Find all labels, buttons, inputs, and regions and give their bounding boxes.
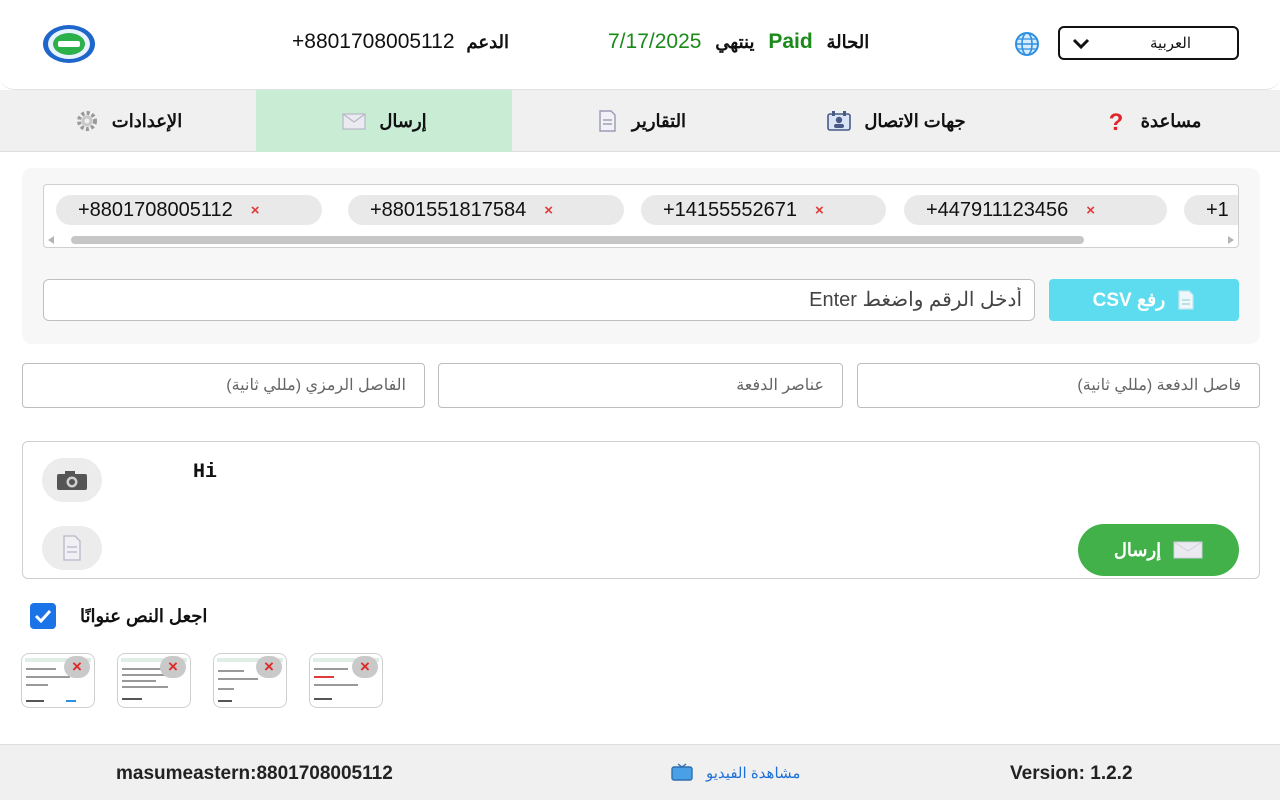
send-button[interactable]: إرسال bbox=[1078, 524, 1239, 576]
tab-contacts[interactable]: جهات الاتصال bbox=[768, 90, 1024, 152]
remove-attachment-button[interactable]: × bbox=[352, 656, 378, 678]
upload-csv-button[interactable]: رفع CSV bbox=[1049, 279, 1239, 321]
expiry-date: 7/17/2025 bbox=[608, 30, 702, 53]
contacts-icon bbox=[827, 111, 852, 131]
support-label: الدعم bbox=[466, 32, 510, 52]
tab-reports-label: التقارير bbox=[631, 110, 687, 131]
tab-send[interactable]: إرسال bbox=[256, 90, 512, 152]
attachment-thumbnail[interactable]: × bbox=[309, 653, 383, 708]
recipient-chip: +1 bbox=[1184, 195, 1238, 225]
symbolic-interval-field[interactable] bbox=[22, 363, 425, 408]
horizontal-scrollbar[interactable] bbox=[44, 233, 1238, 247]
remove-chip-button[interactable]: × bbox=[544, 202, 553, 219]
attachment-thumbnail[interactable]: × bbox=[117, 653, 191, 708]
recipient-number: +8801708005112 bbox=[78, 198, 233, 221]
attachment-thumbnail[interactable]: × bbox=[21, 653, 95, 708]
main-tabs: ? مساعدة جهات الاتصال التقارير إرسال الإ… bbox=[0, 90, 1280, 152]
subscription-status: الحالة Paid ينتهي 7/17/2025 bbox=[608, 30, 869, 54]
batch-interval-field[interactable] bbox=[857, 363, 1260, 408]
envelope-icon bbox=[342, 113, 366, 130]
watch-video-link[interactable]: مشاهدة الفيديو bbox=[670, 763, 800, 783]
tab-help[interactable]: ? مساعدة bbox=[1024, 90, 1280, 152]
question-icon: ? bbox=[1108, 109, 1123, 133]
send-button-label: إرسال bbox=[1113, 539, 1162, 560]
checkmark-icon bbox=[34, 609, 52, 623]
tab-contacts-label: جهات الاتصال bbox=[864, 110, 966, 131]
attach-image-button[interactable] bbox=[42, 458, 102, 502]
recipient-number: +8801551817584 bbox=[370, 198, 527, 221]
support-phone: +8801708005112 bbox=[292, 30, 455, 53]
file-icon bbox=[1178, 290, 1194, 310]
gear-icon bbox=[76, 111, 97, 131]
tab-help-label: مساعدة bbox=[1140, 110, 1202, 131]
remove-chip-button[interactable]: × bbox=[815, 202, 824, 219]
caption-checkbox[interactable] bbox=[30, 603, 56, 629]
app-header: الدعم +8801708005112 الحالة Paid ينتهي 7… bbox=[0, 0, 1280, 90]
version-label: Version: 1.2.2 bbox=[1010, 763, 1133, 784]
recipient-number: +14155552671 bbox=[663, 198, 798, 221]
recipient-chip: +8801708005112 × bbox=[56, 195, 322, 225]
phone-number-input[interactable] bbox=[43, 279, 1035, 321]
remove-chip-button[interactable]: × bbox=[1086, 202, 1095, 219]
language-select[interactable]: العربية bbox=[1058, 26, 1239, 60]
expires-label: ينتهي bbox=[715, 32, 755, 52]
tab-settings[interactable]: الإعدادات bbox=[0, 90, 256, 152]
watch-video-label: مشاهدة الفيديو bbox=[706, 765, 801, 782]
remove-attachment-button[interactable]: × bbox=[256, 656, 282, 678]
remove-chip-button[interactable]: × bbox=[251, 202, 260, 219]
attachment-thumbnail[interactable]: × bbox=[213, 653, 287, 708]
recipient-number: +1 bbox=[1206, 198, 1229, 221]
batch-items-field[interactable] bbox=[438, 363, 843, 408]
recipient-chip: +447911123456 × bbox=[904, 195, 1167, 225]
document-icon bbox=[63, 535, 81, 561]
document-icon bbox=[599, 110, 616, 132]
upload-csv-label: رفع CSV bbox=[1092, 289, 1166, 311]
tab-send-label: إرسال bbox=[379, 110, 427, 131]
recipient-chip: +8801551817584 × bbox=[348, 195, 624, 225]
status-badge: Paid bbox=[768, 30, 813, 53]
app-logo bbox=[43, 25, 95, 63]
chevron-down-icon bbox=[1072, 38, 1090, 50]
globe-icon bbox=[1015, 32, 1039, 56]
remove-attachment-button[interactable]: × bbox=[64, 656, 90, 678]
message-text[interactable]: Hi bbox=[193, 461, 217, 484]
tab-settings-label: الإعدادات bbox=[111, 110, 183, 131]
status-label: الحالة bbox=[826, 32, 870, 52]
recipient-chip: +14155552671 × bbox=[641, 195, 886, 225]
svg-text:?: ? bbox=[1108, 109, 1123, 133]
attach-file-button[interactable] bbox=[42, 526, 102, 570]
camera-icon bbox=[57, 471, 87, 490]
tv-icon bbox=[671, 763, 693, 781]
caption-checkbox-label: اجعل النص عنوانًا bbox=[80, 606, 208, 626]
envelope-icon bbox=[1173, 541, 1203, 559]
language-value: العربية bbox=[1150, 35, 1191, 52]
recipient-chip-list[interactable]: +8801708005112 × +8801551817584 × +14155… bbox=[43, 184, 1239, 248]
tab-reports[interactable]: التقارير bbox=[512, 90, 768, 152]
remove-attachment-button[interactable]: × bbox=[160, 656, 186, 678]
footer-user: masumeastern:8801708005112 bbox=[116, 763, 393, 784]
support-contact: الدعم +8801708005112 bbox=[292, 30, 509, 54]
recipient-number: +447911123456 bbox=[926, 198, 1069, 221]
